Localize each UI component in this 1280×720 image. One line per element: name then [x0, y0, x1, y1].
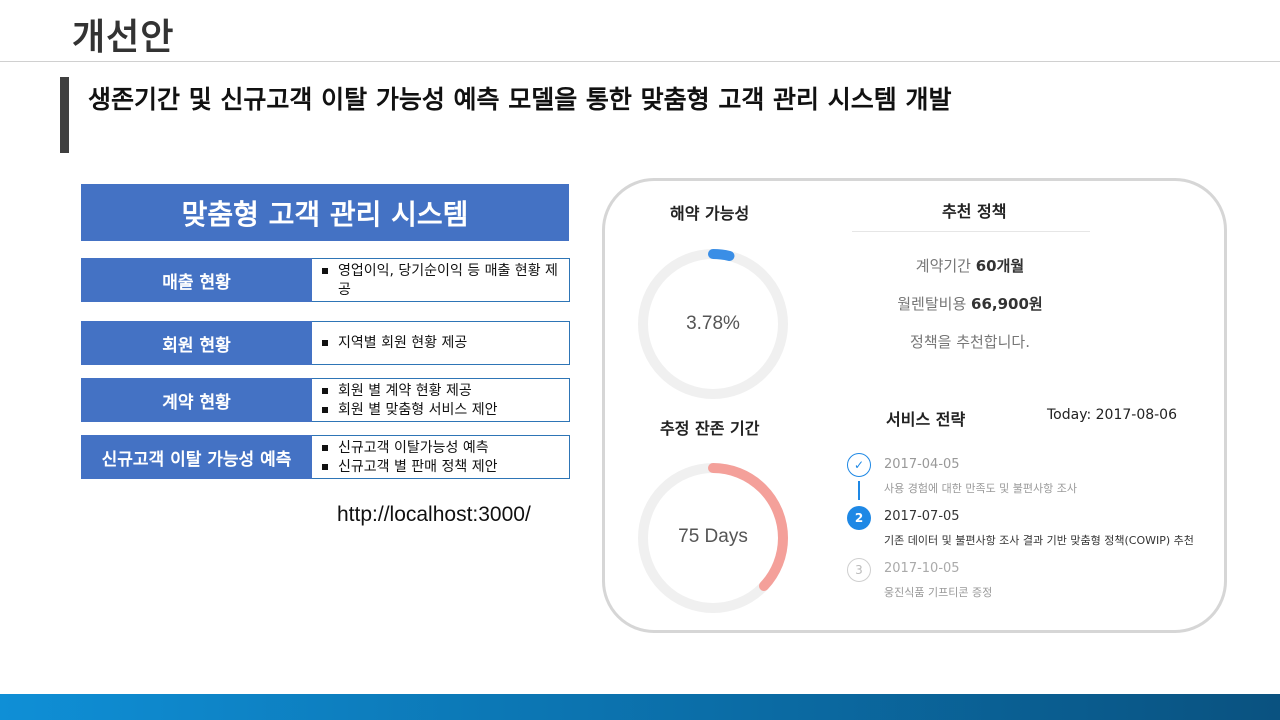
- slide-subtitle: 생존기간 및 신규고객 이탈 가능성 예측 모델을 통한 맞춤형 고객 관리 시…: [88, 85, 952, 114]
- period-value: 60개월: [975, 257, 1025, 275]
- step-done-check-icon: ✓: [847, 453, 871, 477]
- feature-label: 매출 현황: [81, 258, 312, 302]
- feature-row-churn-prediction: 신규고객 이탈 가능성 예측 신규고객 이탈가능성 예측 신규고객 별 판매 정…: [81, 435, 570, 479]
- feature-description: 영업이익, 당기순이익 등 매출 현황 제공: [312, 258, 570, 302]
- feature-label: 계약 현황: [81, 378, 312, 422]
- title-divider: [0, 61, 1280, 62]
- footer-bar: [0, 694, 1280, 720]
- feature-bullet: 회원 별 맞춤형 서비스 제안: [318, 401, 563, 420]
- step-date: 2017-04-05: [884, 457, 960, 472]
- feature-bullet: 신규고객 이탈가능성 예측: [318, 439, 563, 458]
- step-description: 기존 데이터 및 불편사항 조사 결과 기반 맞춤형 정책(COWIP) 추천: [884, 534, 1194, 547]
- recommendation-divider: [852, 231, 1090, 232]
- fee-label: 월렌탈비용: [897, 295, 967, 313]
- survival-value: 75 Days: [678, 526, 748, 547]
- step-description: 사용 경험에 대한 만족도 및 불편사항 조사: [884, 482, 1078, 495]
- recommendation-message: 정책을 추천합니다.: [910, 333, 1030, 351]
- survival-title: 추정 잔존 기간: [660, 419, 760, 438]
- step-description: 웅진식품 기프티콘 증정: [884, 586, 993, 599]
- system-header: 맞춤형 고객 관리 시스템: [81, 184, 569, 241]
- step-date: 2017-10-05: [884, 561, 960, 576]
- today-date: Today: 2017-08-06: [1047, 407, 1177, 423]
- period-label: 계약기간: [915, 257, 971, 275]
- recommendation-period: 계약기간 60개월: [850, 255, 1090, 276]
- step-date: 2017-07-05: [884, 509, 960, 524]
- feature-label: 신규고객 이탈 가능성 예측: [81, 435, 312, 479]
- feature-bullet: 지역별 회원 현황 제공: [318, 334, 563, 353]
- strategy-title: 서비스 전략: [886, 410, 966, 429]
- slide-title: 개선안: [72, 17, 175, 58]
- feature-description: 신규고객 이탈가능성 예측 신규고객 별 판매 정책 제안: [312, 435, 570, 479]
- feature-row-contracts: 계약 현황 회원 별 계약 현황 제공 회원 별 맞춤형 서비스 제안: [81, 378, 570, 422]
- step-number-badge: 3: [847, 558, 871, 582]
- step-number-badge: 2: [847, 506, 871, 530]
- feature-bullet: 회원 별 계약 현황 제공: [318, 382, 563, 401]
- recommendation-fee: 월렌탈비용 66,900원: [850, 293, 1090, 314]
- app-url-link[interactable]: http://localhost:3000/: [337, 503, 531, 527]
- timeline-connector: [858, 481, 860, 500]
- feature-bullet: 영업이익, 당기순이익 등 매출 현황 제공: [318, 262, 563, 300]
- churn-value: 3.78%: [686, 313, 740, 334]
- feature-label: 회원 현황: [81, 321, 312, 365]
- subtitle-accent-bar: [60, 77, 69, 153]
- feature-bullet: 신규고객 별 판매 정책 제안: [318, 458, 563, 477]
- feature-row-sales: 매출 현황 영업이익, 당기순이익 등 매출 현황 제공: [81, 258, 570, 302]
- fee-value: 66,900원: [971, 295, 1043, 313]
- feature-description: 회원 별 계약 현황 제공 회원 별 맞춤형 서비스 제안: [312, 378, 570, 422]
- churn-title: 해약 가능성: [670, 204, 750, 223]
- recommendation-title: 추천 정책: [942, 202, 1007, 221]
- feature-description: 지역별 회원 현황 제공: [312, 321, 570, 365]
- feature-row-members: 회원 현황 지역별 회원 현황 제공: [81, 321, 570, 365]
